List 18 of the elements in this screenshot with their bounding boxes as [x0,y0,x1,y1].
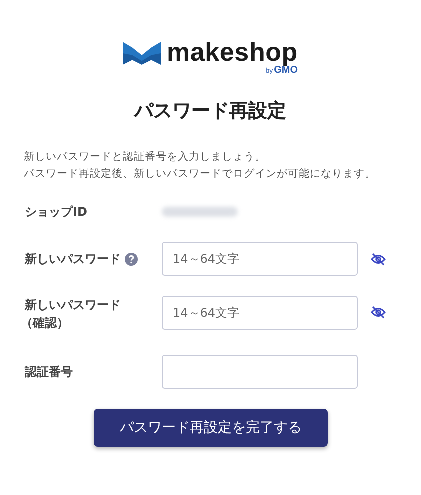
field-label: ショップID [25,204,88,221]
field-label: 認証番号 [25,364,73,381]
input-field[interactable] [162,355,358,389]
submit-button[interactable]: パスワード再設定を完了する [94,409,328,447]
logo-company-text: GMO [274,65,298,76]
hidden-eye-icon[interactable] [371,306,386,319]
field-label: 新しいパスワード [25,251,121,268]
field-sublabel: （確認） [21,315,70,332]
hidden-eye-icon[interactable] [371,252,386,266]
logo-wordmark: makeshop [166,38,298,66]
intro-text: 新しいパスワードと認証番号を入力しましょう。 [24,150,267,165]
field-label: 新しいパスワード [25,297,121,314]
input-field[interactable]: 14～64文字 [162,296,358,330]
input-field[interactable]: 14～64文字 [162,242,358,276]
intro-text: パスワード再設定後、新しいパスワードでログインが可能になります。 [24,167,377,182]
logo-icon [122,42,161,65]
page-title: パスワード再設定 [132,99,288,124]
help-icon[interactable] [125,252,138,266]
